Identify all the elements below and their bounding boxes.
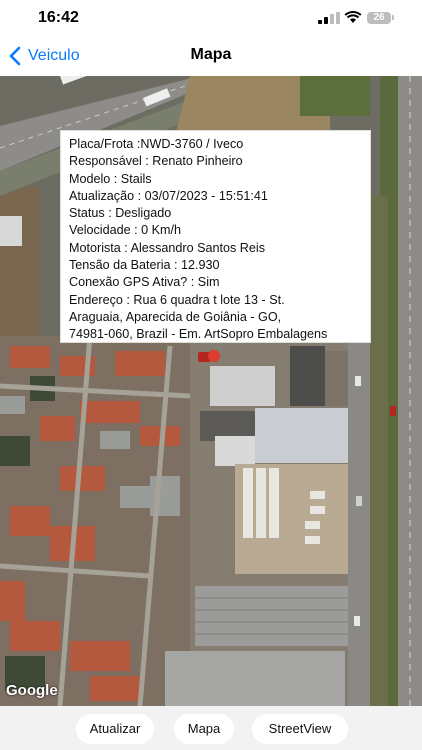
status-bar: 16:42 26 [0, 0, 422, 36]
refresh-button[interactable]: Atualizar [76, 714, 154, 744]
battery-icon: 26 [367, 12, 391, 24]
info-updated: Atualização : 03/07/2023 - 15:51:41 [69, 188, 268, 203]
battery-tip [392, 15, 394, 20]
info-responsible: Responsável : Renato Pinheiro [69, 154, 243, 169]
info-address-line-3: 74981-060, Brazil - Em. ArtSopro Embalag… [69, 327, 328, 342]
location-pin-icon[interactable] [208, 350, 220, 362]
info-gps: Conexão GPS Ativa? : Sim [69, 275, 220, 290]
battery-level: 26 [373, 12, 385, 23]
map-button[interactable]: Mapa [174, 714, 234, 744]
info-speed: Velocidade : 0 Km/h [69, 223, 182, 238]
info-status: Status : Desligado [69, 206, 172, 221]
navigation-bar: Veiculo Mapa [0, 36, 422, 76]
page-title: Mapa [190, 46, 232, 63]
status-time: 16:42 [38, 9, 79, 26]
cellular-signal-icon [318, 12, 340, 24]
wifi-icon [344, 10, 362, 23]
street-view-button[interactable]: StreetView [252, 714, 348, 744]
info-address-line-1: Endereço : Rua 6 quadra t lote 13 - St. [69, 292, 285, 307]
vehicle-info-window: Placa/Frota :NWD-3760 / Iveco Responsáve… [60, 130, 371, 343]
info-battery-voltage: Tensão da Bateria : 12.930 [69, 258, 220, 273]
info-driver: Motorista : Alessandro Santos Reis [69, 240, 265, 255]
info-model: Modelo : Stails [69, 171, 152, 186]
info-address-line-2: Araguaia, Aparecida de Goiânia - GO, [69, 309, 282, 324]
bottom-toolbar: Atualizar Mapa StreetView [0, 706, 422, 750]
info-plate: Placa/Frota :NWD-3760 / Iveco [69, 137, 244, 151]
google-attribution: Google [6, 682, 58, 699]
